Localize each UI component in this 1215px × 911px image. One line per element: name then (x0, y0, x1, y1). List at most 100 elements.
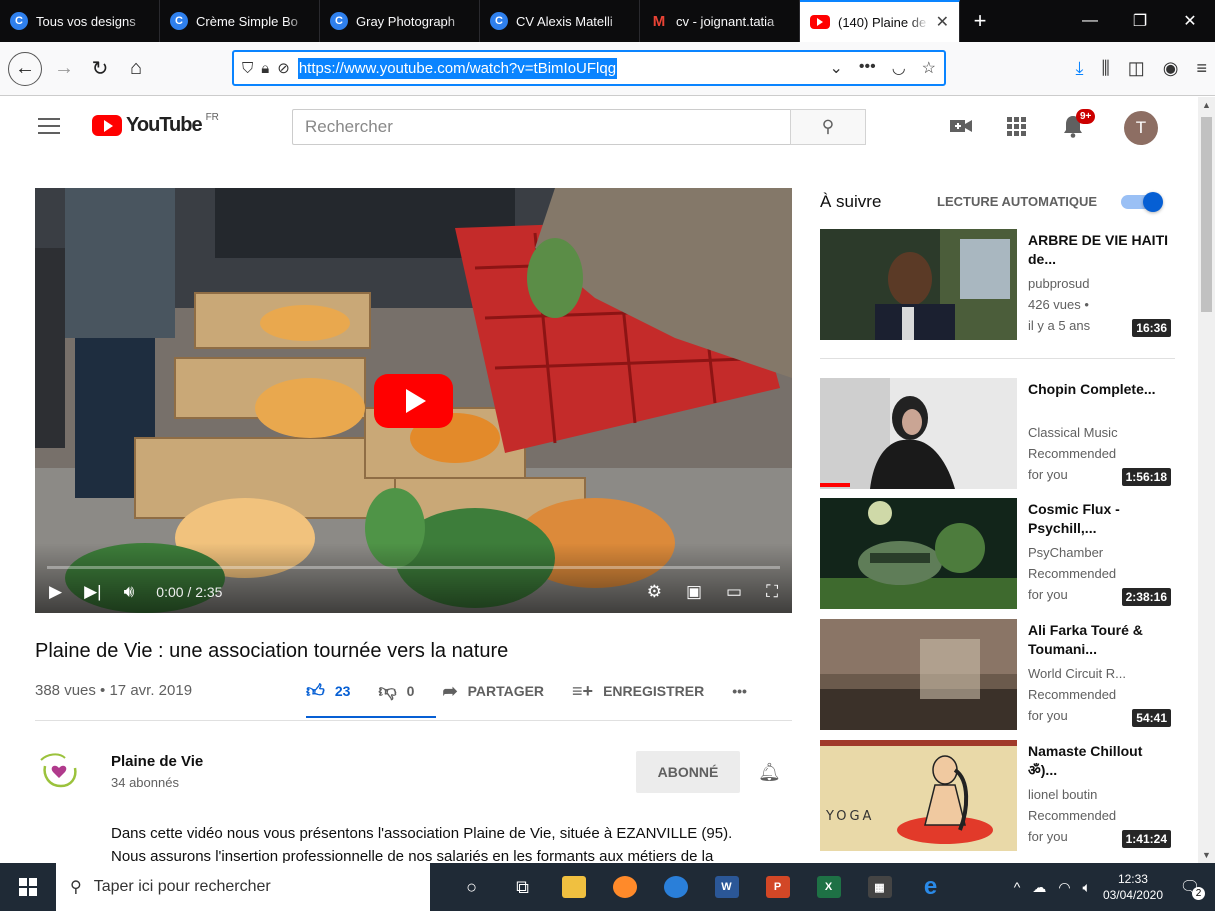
page-scrollbar[interactable]: ▲ ▼ (1198, 97, 1215, 863)
channel-name[interactable]: Classical Music (1028, 422, 1168, 443)
search-button[interactable]: ⚲ (790, 109, 866, 145)
menu-icon[interactable]: ≡ (1196, 58, 1207, 79)
permissions-icon[interactable]: ⊘ (277, 59, 290, 77)
channel-logo[interactable] (35, 748, 83, 796)
channel-notification-bell-icon[interactable]: 🔔︎ (758, 762, 781, 783)
video-player[interactable]: ▶ ▶| 🔊︎ 0:00 / 2:35 ⚙ ▣ ▭ ⛶ (35, 188, 792, 613)
onedrive-icon[interactable]: ☁ (1032, 879, 1046, 896)
pocket-icon[interactable]: ◡ (892, 58, 906, 78)
browser-tab[interactable]: C Crème Simple Bo (160, 0, 320, 42)
thunderbird-icon[interactable] (650, 863, 701, 911)
forward-icon[interactable]: → (46, 51, 82, 87)
scrollbar-thumb[interactable] (1201, 117, 1212, 312)
channel-name[interactable]: Plaine de Vie (111, 753, 203, 770)
recommended-video[interactable]: 2:38:16 Cosmic Flux - Psychill,... PsyCh… (820, 498, 1175, 610)
video-thumbnail[interactable]: YOGA (820, 740, 1017, 851)
settings-gear-icon[interactable]: ⚙ (647, 582, 662, 602)
excel-icon[interactable]: X (803, 863, 854, 911)
volume-icon[interactable]: 🔊︎ (124, 582, 135, 602)
firefox-icon[interactable] (599, 863, 650, 911)
video-title[interactable]: Ali Farka Touré & Toumani... (1028, 621, 1168, 659)
cortana-icon[interactable]: ○ (446, 863, 497, 911)
like-button[interactable]: 👍︎ 23 (306, 680, 350, 702)
subscribe-button[interactable]: ABONNÉ (636, 751, 740, 793)
browser-tab-active[interactable]: (140) Plaine de ✕ (800, 0, 960, 42)
video-thumbnail[interactable] (820, 498, 1017, 609)
video-thumbnail[interactable] (820, 229, 1017, 340)
browser-tab[interactable]: C Tous vos designs (0, 0, 160, 42)
tray-chevron-up-icon[interactable]: ^ (1014, 879, 1021, 895)
sidebar-icon[interactable]: ◫ (1128, 58, 1145, 79)
system-clock[interactable]: 12:33 03/04/2020 (1103, 871, 1163, 903)
next-icon[interactable]: ▶| (84, 582, 102, 602)
more-options-button[interactable]: ••• (732, 683, 747, 699)
theater-mode-icon[interactable]: ▭ (726, 582, 742, 602)
back-icon[interactable]: ← (8, 51, 42, 86)
channel-name[interactable]: World Circuit R... (1028, 663, 1168, 684)
edge-icon[interactable]: e (905, 863, 956, 911)
video-title[interactable]: Chopin Complete... (1028, 380, 1168, 399)
recommended-video[interactable]: 16:36 ARBRE DE VIE HAITI de... pubprosud… (820, 229, 1175, 341)
play-icon[interactable]: ▶ (49, 582, 62, 602)
autoplay-toggle[interactable] (1121, 192, 1165, 212)
task-view-icon[interactable]: ⧉ (497, 863, 548, 911)
reload-icon[interactable]: ↻ (82, 51, 118, 87)
video-title[interactable]: Namaste Chillout ॐ)... (1028, 742, 1168, 780)
save-button[interactable]: ≡+ ENREGISTRER (572, 681, 704, 702)
lock-icon[interactable]: 🔒︎ (261, 60, 269, 77)
file-explorer-icon[interactable] (548, 863, 599, 911)
bookmark-star-icon[interactable]: ☆ (922, 58, 936, 78)
recommended-video[interactable]: 1:56:18 Chopin Complete... Classical Mus… (820, 378, 1175, 490)
avatar[interactable]: T (1124, 111, 1158, 145)
close-window-icon[interactable]: ✕ (1165, 0, 1215, 42)
search-input[interactable]: Rechercher (292, 109, 790, 145)
channel-name[interactable]: pubprosud (1028, 273, 1168, 294)
address-bar[interactable]: ⛉ 🔒︎ ⊘ https://www.youtube.com/watch?v=t… (232, 50, 946, 86)
hamburger-menu-icon[interactable] (38, 118, 60, 136)
calculator-icon[interactable]: ▦ (854, 863, 905, 911)
account-icon[interactable]: ◉ (1163, 58, 1179, 79)
minimize-icon[interactable]: — (1065, 0, 1115, 42)
video-title[interactable]: Cosmic Flux - Psychill,... (1028, 500, 1168, 538)
video-thumbnail[interactable] (820, 378, 1017, 489)
action-center-icon[interactable]: 🗨︎ 2 (1175, 872, 1205, 902)
notification-count: 2 (1192, 887, 1205, 900)
restore-icon[interactable]: ❐ (1115, 0, 1165, 42)
close-tab-icon[interactable]: ✕ (936, 12, 949, 32)
browser-tab[interactable]: M cv - joignant.tatia (640, 0, 800, 42)
browser-tab[interactable]: C Gray Photograph (320, 0, 480, 42)
browser-tab[interactable]: C CV Alexis Matelli (480, 0, 640, 42)
channel-name[interactable]: lionel boutin (1028, 784, 1168, 805)
progress-bar[interactable] (47, 566, 780, 569)
apps-grid-icon[interactable] (1007, 117, 1027, 137)
miniplayer-icon[interactable]: ▣ (686, 582, 702, 602)
powerpoint-icon[interactable]: P (752, 863, 803, 911)
taskbar-search[interactable]: ⚲ Taper ici pour rechercher (56, 863, 430, 911)
download-icon[interactable]: ⤓ (1076, 58, 1084, 79)
scroll-up-icon[interactable]: ▲ (1202, 100, 1211, 110)
library-icon[interactable]: ⫼ (1101, 58, 1109, 79)
chevron-down-icon[interactable]: ⌄ (829, 58, 842, 78)
dislike-button[interactable]: 👎︎ 0 (378, 680, 414, 702)
home-icon[interactable]: ⌂ (118, 51, 154, 87)
recommended-video[interactable]: YOGA 1:41:24 Namaste Chillout ॐ)... lion… (820, 740, 1175, 852)
wifi-icon[interactable]: ◠ (1058, 879, 1070, 896)
share-button[interactable]: ➦ PARTAGER (442, 681, 544, 702)
new-tab-icon[interactable]: + (960, 0, 1000, 42)
scroll-down-icon[interactable]: ▼ (1202, 850, 1211, 860)
word-icon[interactable]: W (701, 863, 752, 911)
large-play-button[interactable] (374, 374, 453, 428)
url-text[interactable]: https://www.youtube.com/watch?v=tBimIoUF… (297, 57, 618, 79)
channel-name[interactable]: PsyChamber (1028, 542, 1168, 563)
speaker-icon[interactable]: 🔈︎ (1083, 879, 1091, 896)
youtube-icon (810, 15, 830, 29)
shield-icon[interactable]: ⛉ (242, 60, 253, 77)
youtube-logo[interactable]: YouTube FR (92, 112, 219, 137)
video-thumbnail[interactable] (820, 619, 1017, 730)
recommended-video[interactable]: 54:41 Ali Farka Touré & Toumani... World… (820, 619, 1175, 731)
fullscreen-icon[interactable]: ⛶ (766, 582, 778, 602)
windows-start-icon[interactable] (0, 863, 56, 911)
video-title[interactable]: ARBRE DE VIE HAITI de... (1028, 231, 1168, 269)
create-video-icon[interactable] (950, 117, 972, 135)
more-actions-icon[interactable]: ••• (859, 58, 876, 78)
